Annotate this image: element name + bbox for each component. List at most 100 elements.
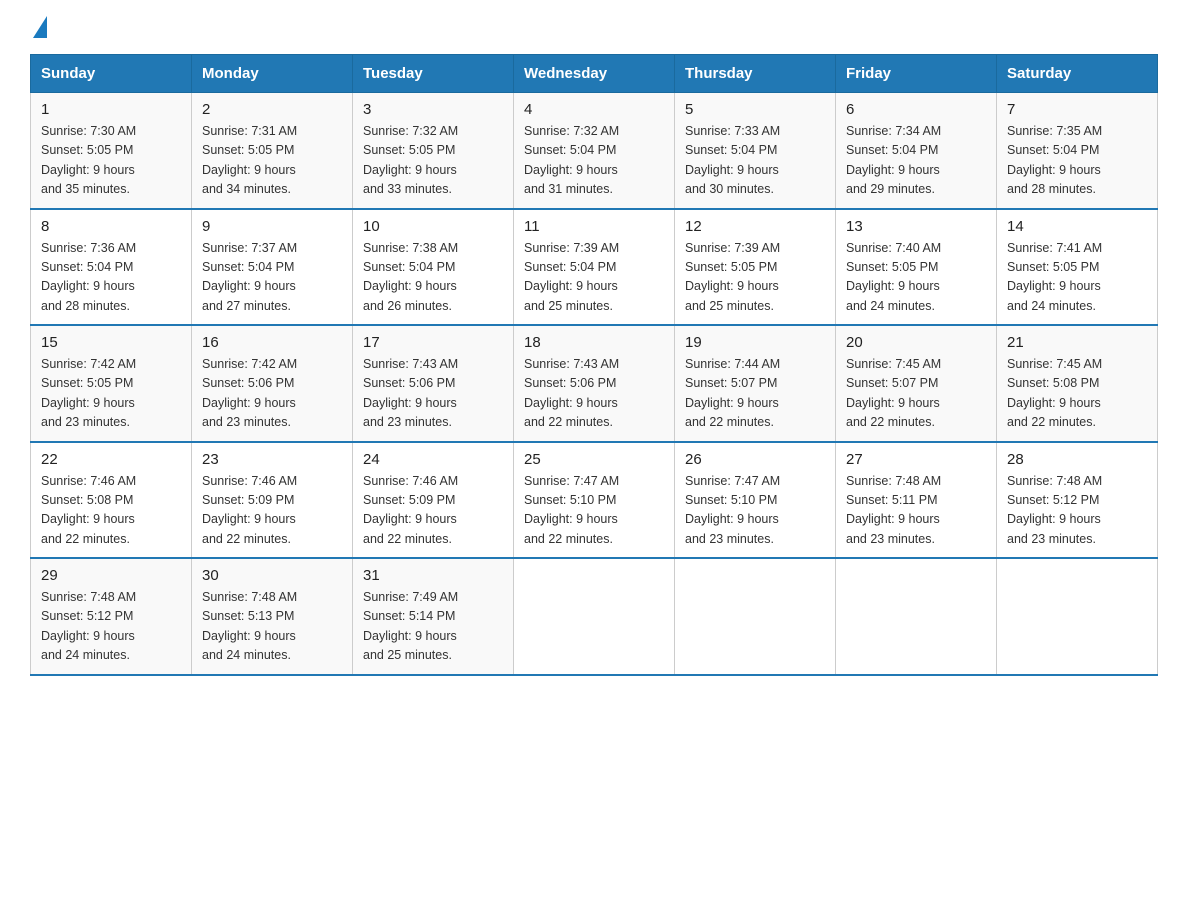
col-header-wednesday: Wednesday (514, 55, 675, 93)
day-number: 16 (202, 334, 342, 351)
logo-text (30, 20, 47, 38)
day-cell: 21 Sunrise: 7:45 AMSunset: 5:08 PMDaylig… (997, 325, 1158, 442)
day-info: Sunrise: 7:41 AMSunset: 5:05 PMDaylight:… (1007, 241, 1102, 313)
day-info: Sunrise: 7:43 AMSunset: 5:06 PMDaylight:… (363, 357, 458, 429)
logo-arrow-icon (33, 16, 47, 38)
col-header-saturday: Saturday (997, 55, 1158, 93)
day-number: 12 (685, 218, 825, 235)
day-number: 9 (202, 218, 342, 235)
day-number: 6 (846, 101, 986, 118)
day-cell: 13 Sunrise: 7:40 AMSunset: 5:05 PMDaylig… (836, 209, 997, 326)
day-number: 7 (1007, 101, 1147, 118)
day-cell (514, 558, 675, 675)
day-cell: 30 Sunrise: 7:48 AMSunset: 5:13 PMDaylig… (192, 558, 353, 675)
day-info: Sunrise: 7:33 AMSunset: 5:04 PMDaylight:… (685, 124, 780, 196)
day-cell (997, 558, 1158, 675)
day-cell: 2 Sunrise: 7:31 AMSunset: 5:05 PMDayligh… (192, 93, 353, 209)
day-number: 19 (685, 334, 825, 351)
day-cell: 8 Sunrise: 7:36 AMSunset: 5:04 PMDayligh… (31, 209, 192, 326)
day-info: Sunrise: 7:48 AMSunset: 5:13 PMDaylight:… (202, 590, 297, 662)
day-number: 28 (1007, 451, 1147, 468)
day-info: Sunrise: 7:46 AMSunset: 5:09 PMDaylight:… (202, 474, 297, 546)
day-info: Sunrise: 7:46 AMSunset: 5:08 PMDaylight:… (41, 474, 136, 546)
day-info: Sunrise: 7:32 AMSunset: 5:05 PMDaylight:… (363, 124, 458, 196)
day-cell: 4 Sunrise: 7:32 AMSunset: 5:04 PMDayligh… (514, 93, 675, 209)
day-info: Sunrise: 7:39 AMSunset: 5:05 PMDaylight:… (685, 241, 780, 313)
day-cell: 9 Sunrise: 7:37 AMSunset: 5:04 PMDayligh… (192, 209, 353, 326)
day-number: 21 (1007, 334, 1147, 351)
day-info: Sunrise: 7:34 AMSunset: 5:04 PMDaylight:… (846, 124, 941, 196)
day-number: 10 (363, 218, 503, 235)
page-header (30, 20, 1158, 34)
day-cell: 16 Sunrise: 7:42 AMSunset: 5:06 PMDaylig… (192, 325, 353, 442)
col-header-sunday: Sunday (31, 55, 192, 93)
day-info: Sunrise: 7:32 AMSunset: 5:04 PMDaylight:… (524, 124, 619, 196)
day-cell: 25 Sunrise: 7:47 AMSunset: 5:10 PMDaylig… (514, 442, 675, 559)
day-number: 27 (846, 451, 986, 468)
day-cell: 12 Sunrise: 7:39 AMSunset: 5:05 PMDaylig… (675, 209, 836, 326)
day-number: 8 (41, 218, 181, 235)
day-cell: 3 Sunrise: 7:32 AMSunset: 5:05 PMDayligh… (353, 93, 514, 209)
day-info: Sunrise: 7:48 AMSunset: 5:12 PMDaylight:… (1007, 474, 1102, 546)
day-cell (675, 558, 836, 675)
day-cell: 18 Sunrise: 7:43 AMSunset: 5:06 PMDaylig… (514, 325, 675, 442)
day-info: Sunrise: 7:35 AMSunset: 5:04 PMDaylight:… (1007, 124, 1102, 196)
calendar-header-row: SundayMondayTuesdayWednesdayThursdayFrid… (31, 55, 1158, 93)
day-cell: 17 Sunrise: 7:43 AMSunset: 5:06 PMDaylig… (353, 325, 514, 442)
week-row-2: 8 Sunrise: 7:36 AMSunset: 5:04 PMDayligh… (31, 209, 1158, 326)
day-number: 15 (41, 334, 181, 351)
day-number: 26 (685, 451, 825, 468)
day-cell: 10 Sunrise: 7:38 AMSunset: 5:04 PMDaylig… (353, 209, 514, 326)
week-row-4: 22 Sunrise: 7:46 AMSunset: 5:08 PMDaylig… (31, 442, 1158, 559)
day-info: Sunrise: 7:47 AMSunset: 5:10 PMDaylight:… (685, 474, 780, 546)
day-info: Sunrise: 7:30 AMSunset: 5:05 PMDaylight:… (41, 124, 136, 196)
day-cell: 26 Sunrise: 7:47 AMSunset: 5:10 PMDaylig… (675, 442, 836, 559)
col-header-thursday: Thursday (675, 55, 836, 93)
day-info: Sunrise: 7:39 AMSunset: 5:04 PMDaylight:… (524, 241, 619, 313)
day-number: 20 (846, 334, 986, 351)
day-number: 23 (202, 451, 342, 468)
day-info: Sunrise: 7:42 AMSunset: 5:05 PMDaylight:… (41, 357, 136, 429)
week-row-5: 29 Sunrise: 7:48 AMSunset: 5:12 PMDaylig… (31, 558, 1158, 675)
day-cell: 15 Sunrise: 7:42 AMSunset: 5:05 PMDaylig… (31, 325, 192, 442)
day-cell: 23 Sunrise: 7:46 AMSunset: 5:09 PMDaylig… (192, 442, 353, 559)
day-number: 4 (524, 101, 664, 118)
day-cell: 28 Sunrise: 7:48 AMSunset: 5:12 PMDaylig… (997, 442, 1158, 559)
day-number: 3 (363, 101, 503, 118)
day-cell: 22 Sunrise: 7:46 AMSunset: 5:08 PMDaylig… (31, 442, 192, 559)
day-info: Sunrise: 7:47 AMSunset: 5:10 PMDaylight:… (524, 474, 619, 546)
day-info: Sunrise: 7:42 AMSunset: 5:06 PMDaylight:… (202, 357, 297, 429)
col-header-friday: Friday (836, 55, 997, 93)
week-row-3: 15 Sunrise: 7:42 AMSunset: 5:05 PMDaylig… (31, 325, 1158, 442)
day-cell: 11 Sunrise: 7:39 AMSunset: 5:04 PMDaylig… (514, 209, 675, 326)
col-header-monday: Monday (192, 55, 353, 93)
day-number: 17 (363, 334, 503, 351)
day-number: 24 (363, 451, 503, 468)
day-number: 11 (524, 218, 664, 235)
day-info: Sunrise: 7:46 AMSunset: 5:09 PMDaylight:… (363, 474, 458, 546)
day-info: Sunrise: 7:40 AMSunset: 5:05 PMDaylight:… (846, 241, 941, 313)
day-cell: 29 Sunrise: 7:48 AMSunset: 5:12 PMDaylig… (31, 558, 192, 675)
day-number: 29 (41, 567, 181, 584)
day-info: Sunrise: 7:31 AMSunset: 5:05 PMDaylight:… (202, 124, 297, 196)
calendar-table: SundayMondayTuesdayWednesdayThursdayFrid… (30, 54, 1158, 676)
day-info: Sunrise: 7:44 AMSunset: 5:07 PMDaylight:… (685, 357, 780, 429)
day-number: 5 (685, 101, 825, 118)
day-cell: 27 Sunrise: 7:48 AMSunset: 5:11 PMDaylig… (836, 442, 997, 559)
day-number: 1 (41, 101, 181, 118)
day-cell: 6 Sunrise: 7:34 AMSunset: 5:04 PMDayligh… (836, 93, 997, 209)
col-header-tuesday: Tuesday (353, 55, 514, 93)
day-cell: 5 Sunrise: 7:33 AMSunset: 5:04 PMDayligh… (675, 93, 836, 209)
day-info: Sunrise: 7:48 AMSunset: 5:11 PMDaylight:… (846, 474, 941, 546)
day-info: Sunrise: 7:45 AMSunset: 5:08 PMDaylight:… (1007, 357, 1102, 429)
day-cell: 20 Sunrise: 7:45 AMSunset: 5:07 PMDaylig… (836, 325, 997, 442)
day-number: 25 (524, 451, 664, 468)
day-cell: 1 Sunrise: 7:30 AMSunset: 5:05 PMDayligh… (31, 93, 192, 209)
day-cell: 31 Sunrise: 7:49 AMSunset: 5:14 PMDaylig… (353, 558, 514, 675)
day-cell: 7 Sunrise: 7:35 AMSunset: 5:04 PMDayligh… (997, 93, 1158, 209)
day-number: 2 (202, 101, 342, 118)
day-cell: 14 Sunrise: 7:41 AMSunset: 5:05 PMDaylig… (997, 209, 1158, 326)
day-number: 14 (1007, 218, 1147, 235)
day-info: Sunrise: 7:36 AMSunset: 5:04 PMDaylight:… (41, 241, 136, 313)
day-cell: 19 Sunrise: 7:44 AMSunset: 5:07 PMDaylig… (675, 325, 836, 442)
